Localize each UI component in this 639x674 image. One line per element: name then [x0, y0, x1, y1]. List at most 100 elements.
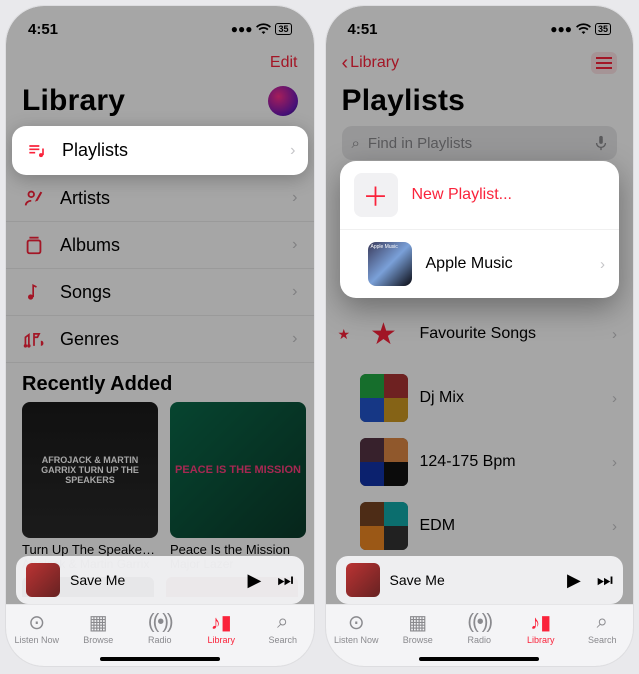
- wifi-icon: [576, 23, 591, 35]
- apple-music-label: Apple Music: [426, 255, 513, 273]
- plus-icon: ＋: [354, 173, 398, 217]
- mini-player[interactable]: Save Me ▶ ⏭: [336, 556, 624, 604]
- back-label: Library: [350, 54, 399, 72]
- forward-icon[interactable]: ⏭: [597, 570, 613, 591]
- chevron-right-icon: ›: [612, 518, 617, 535]
- list-options-button[interactable]: [591, 52, 617, 74]
- tab-radio[interactable]: ((•))Radio: [451, 611, 507, 645]
- status-icons: ●●● 35: [550, 22, 611, 36]
- chevron-right-icon: ›: [290, 142, 295, 160]
- new-playlist-button[interactable]: ＋ New Playlist...: [340, 161, 620, 229]
- apple-music-playlists-button[interactable]: Apple Music ›: [340, 229, 620, 298]
- search-icon: ⌕: [352, 135, 360, 152]
- chevron-left-icon: ‹: [342, 52, 349, 75]
- mini-player-art: [346, 563, 380, 597]
- library-category-list: Playlists › Artists › Albums ›: [6, 126, 314, 363]
- album-icon: [22, 234, 46, 256]
- library-row-genres[interactable]: Genres ›: [6, 316, 314, 363]
- chevron-right-icon: ›: [292, 236, 297, 254]
- home-indicator[interactable]: [419, 657, 539, 661]
- library-row-albums[interactable]: Albums ›: [6, 222, 314, 269]
- library-row-songs[interactable]: Songs ›: [6, 269, 314, 316]
- play-icon[interactable]: ▶: [567, 570, 581, 591]
- status-time: 4:51: [348, 21, 378, 38]
- library-row-playlists[interactable]: Playlists ›: [12, 126, 308, 175]
- genre-icon: [22, 328, 46, 350]
- playlist-icon: [24, 141, 48, 161]
- playlist-row[interactable]: EDM ›: [326, 494, 634, 558]
- chevron-right-icon: ›: [600, 256, 605, 273]
- album-card[interactable]: PEACE IS THE MISSION Peace Is the Missio…: [170, 402, 306, 571]
- search-icon: ⌕: [277, 611, 288, 633]
- tab-browse[interactable]: ▦Browse: [390, 611, 446, 645]
- forward-icon[interactable]: ⏭: [277, 570, 293, 591]
- apple-music-icon: [368, 242, 412, 286]
- grid-icon: ▦: [89, 611, 108, 633]
- chevron-right-icon: ›: [292, 283, 297, 301]
- cellular-icon: ●●●: [550, 22, 572, 36]
- playlist-row-favourite[interactable]: ★ ★ Favourite Songs ›: [326, 302, 634, 366]
- page-title: Playlists: [342, 84, 466, 118]
- tab-radio[interactable]: ((•))Radio: [132, 611, 188, 645]
- status-bar: 4:51 ●●● 35: [6, 6, 314, 46]
- chevron-right-icon: ›: [612, 326, 617, 343]
- radio-icon: ((•)): [148, 611, 172, 633]
- menu-lines-icon: [596, 57, 612, 69]
- status-bar: 4:51 ●●● 35: [326, 6, 634, 46]
- playlist-art: [360, 438, 408, 486]
- new-playlist-popover: ＋ New Playlist... Apple Music ›: [340, 161, 620, 298]
- radio-icon: ((•)): [467, 611, 491, 633]
- status-time: 4:51: [28, 21, 58, 38]
- mini-player-title: Save Me: [390, 572, 445, 588]
- tab-browse[interactable]: ▦Browse: [70, 611, 126, 645]
- tab-search[interactable]: ⌕Search: [574, 611, 630, 645]
- tab-library[interactable]: ♪▮Library: [193, 611, 249, 645]
- edit-button[interactable]: Edit: [270, 54, 298, 72]
- playlist-art: [360, 502, 408, 550]
- search-placeholder: Find in Playlists: [368, 135, 587, 152]
- dictation-icon[interactable]: [595, 135, 607, 151]
- new-playlist-label: New Playlist...: [412, 186, 512, 204]
- album-art: AFROJACK & MARTIN GARRIX TURN UP THE SPE…: [22, 402, 158, 538]
- account-avatar[interactable]: [268, 86, 298, 116]
- tab-library[interactable]: ♪▮Library: [513, 611, 569, 645]
- playlist-row[interactable]: 124-175 Bpm ›: [326, 430, 634, 494]
- page-title: Library: [22, 84, 125, 118]
- chevron-right-icon: ›: [612, 390, 617, 407]
- album-card[interactable]: AFROJACK & MARTIN GARRIX TURN UP THE SPE…: [22, 402, 158, 571]
- home-indicator[interactable]: [100, 657, 220, 661]
- library-row-label: Songs: [60, 282, 111, 303]
- recently-added-grid[interactable]: AFROJACK & MARTIN GARRIX TURN UP THE SPE…: [6, 402, 314, 571]
- play-circle-icon: ⊙: [348, 611, 365, 633]
- battery-icon: 35: [595, 23, 611, 35]
- cellular-icon: ●●●: [231, 22, 253, 36]
- mini-player-art: [26, 563, 60, 597]
- wifi-icon: [256, 23, 271, 35]
- recently-added-header: Recently Added: [6, 363, 314, 402]
- library-row-label: Artists: [60, 188, 110, 209]
- playlist-art: ★: [360, 310, 408, 358]
- playlist-label: 124-175 Bpm: [420, 453, 516, 471]
- library-icon: ♪▮: [211, 611, 232, 633]
- right-screenshot: 4:51 ●●● 35 ‹ Library Playlists ⌕ Fin: [326, 6, 634, 666]
- nav-bar: Edit: [6, 46, 314, 80]
- play-icon[interactable]: ▶: [247, 570, 261, 591]
- search-icon: ⌕: [597, 611, 608, 633]
- search-input[interactable]: ⌕ Find in Playlists: [342, 126, 618, 160]
- library-row-label: Albums: [60, 235, 120, 256]
- album-title: Turn Up The Speakers...: [22, 542, 158, 557]
- playlist-label: Dj Mix: [420, 389, 464, 407]
- chevron-right-icon: ›: [292, 189, 297, 207]
- album-title: Peace Is the Mission: [170, 542, 306, 557]
- tab-listen-now[interactable]: ⊙Listen Now: [328, 611, 384, 645]
- battery-icon: 35: [275, 23, 291, 35]
- play-circle-icon: ⊙: [28, 611, 45, 633]
- pin-icon: ★: [338, 326, 348, 343]
- mini-player[interactable]: Save Me ▶ ⏭: [16, 556, 304, 604]
- playlist-row[interactable]: Dj Mix ›: [326, 366, 634, 430]
- song-icon: [22, 281, 46, 303]
- back-button[interactable]: ‹ Library: [342, 52, 400, 75]
- tab-search[interactable]: ⌕Search: [255, 611, 311, 645]
- library-row-artists[interactable]: Artists ›: [6, 175, 314, 222]
- tab-listen-now[interactable]: ⊙Listen Now: [9, 611, 65, 645]
